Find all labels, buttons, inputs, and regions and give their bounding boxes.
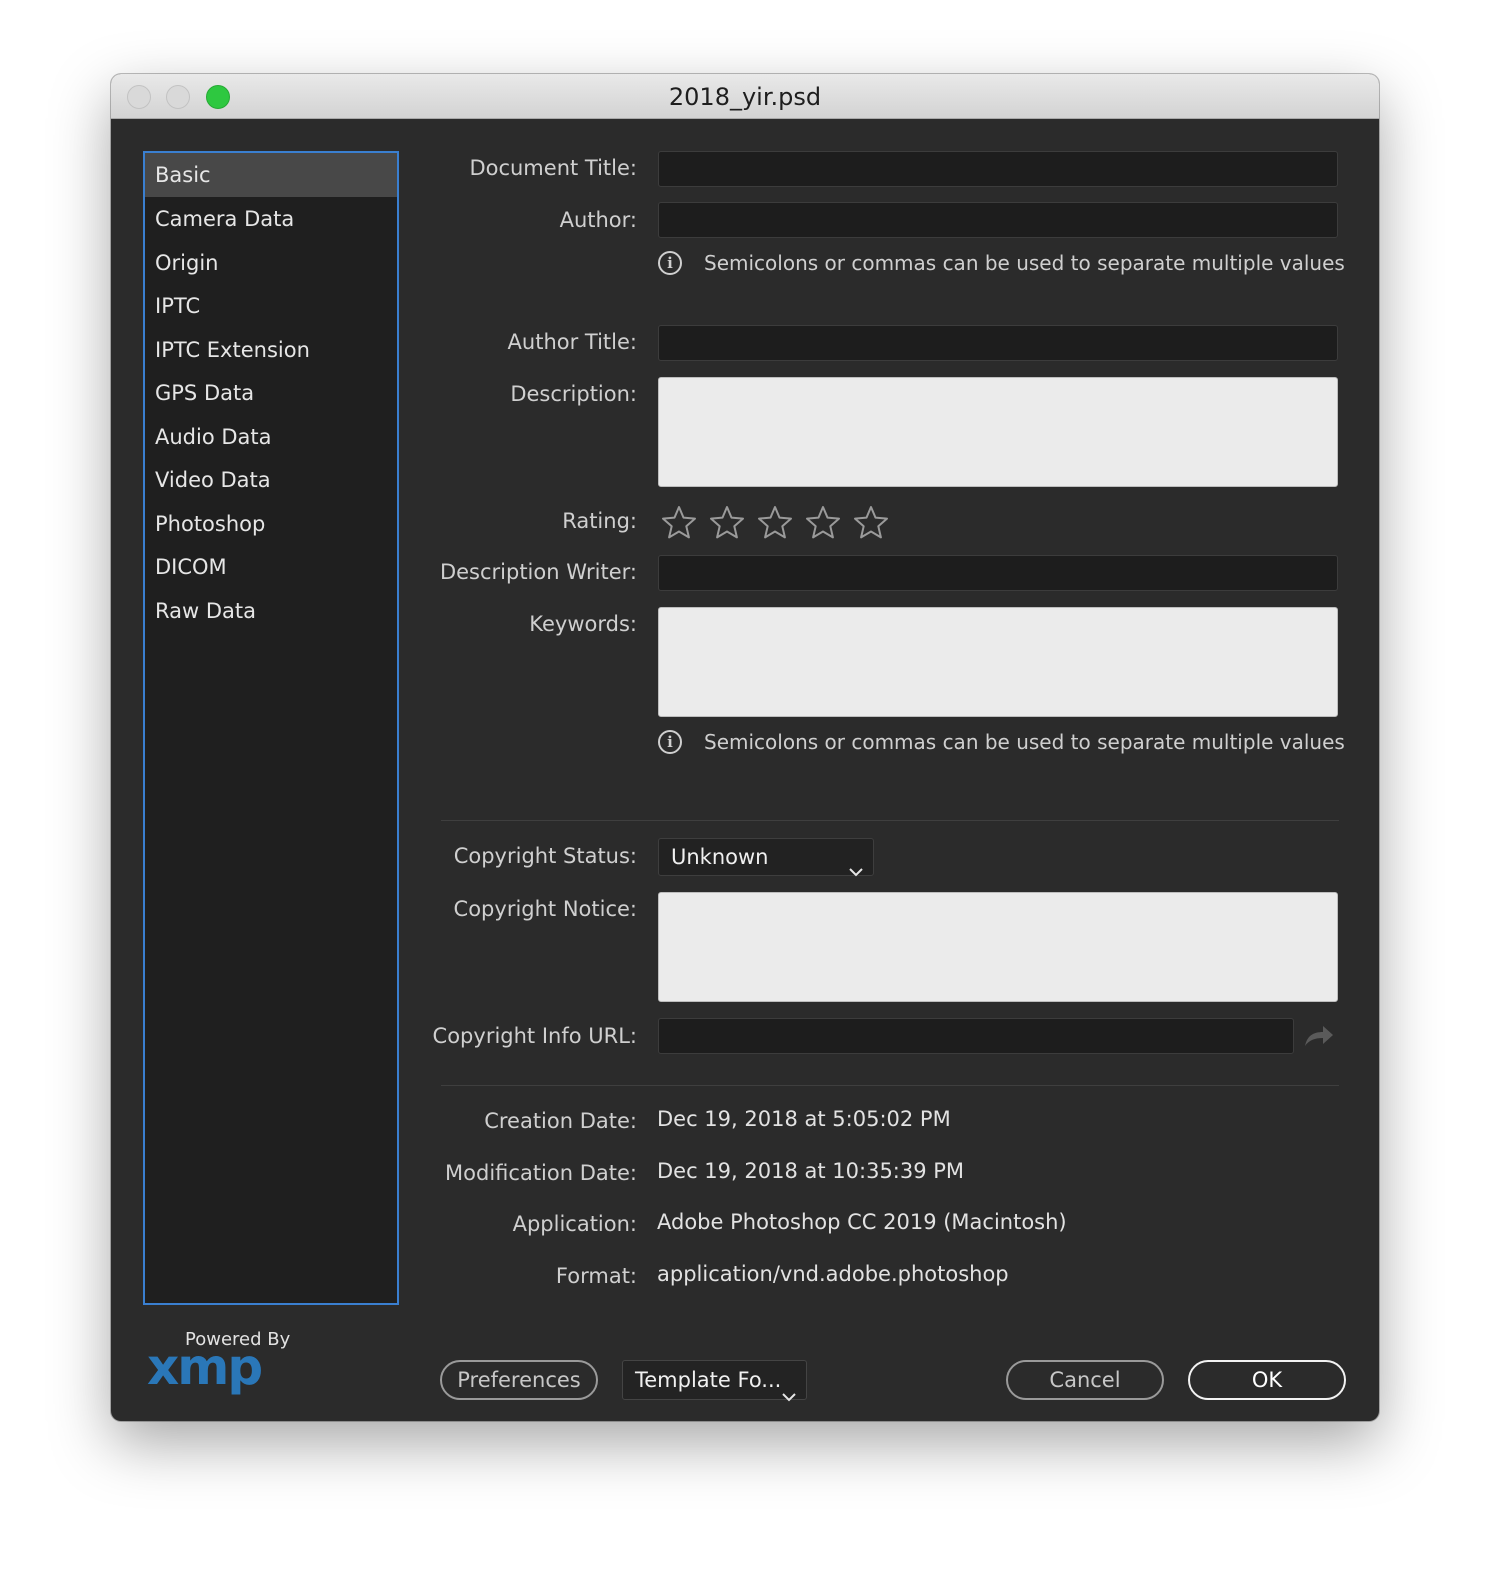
sidebar-item-audio-data[interactable]: Audio Data <box>145 415 397 459</box>
document-title-label: Document Title: <box>469 156 637 180</box>
sidebar-item-video-data[interactable]: Video Data <box>145 458 397 502</box>
modification-date-value: Dec 19, 2018 at 10:35:39 PM <box>657 1159 965 1183</box>
copyright-status-select[interactable]: Unknown <box>658 838 874 877</box>
window-title: 2018_yir.psd <box>668 83 822 111</box>
section-divider <box>441 1085 1339 1086</box>
creation-date-label: Creation Date: <box>484 1109 637 1133</box>
sidebar-item-iptc[interactable]: IPTC <box>145 284 397 328</box>
copyright-status-label: Copyright Status: <box>453 844 637 868</box>
info-icon: i <box>658 251 682 275</box>
copyright-url-field[interactable] <box>658 1018 1294 1054</box>
template-folder-label: Template Fo... <box>635 1368 782 1392</box>
section-divider <box>441 820 1339 821</box>
category-sidebar: Basic Camera Data Origin IPTC IPTC Exten… <box>143 151 399 1305</box>
copyright-notice-textarea[interactable] <box>658 892 1338 1002</box>
keywords-textarea[interactable] <box>658 607 1338 717</box>
rating-label: Rating: <box>562 509 637 533</box>
star-icon-1[interactable] <box>655 502 703 542</box>
sidebar-item-iptc-extension[interactable]: IPTC Extension <box>145 328 397 372</box>
application-label: Application: <box>512 1212 637 1236</box>
sidebar-item-camera-data[interactable]: Camera Data <box>145 197 397 241</box>
keywords-hint: i Semicolons or commas can be used to se… <box>658 727 1345 757</box>
sidebar-item-dicom[interactable]: DICOM <box>145 545 397 589</box>
cancel-button[interactable]: Cancel <box>1006 1360 1164 1400</box>
copyright-notice-label: Copyright Notice: <box>453 897 637 921</box>
star-icon-3[interactable] <box>751 502 799 542</box>
modification-date-label: Modification Date: <box>445 1161 637 1185</box>
sidebar-item-photoshop[interactable]: Photoshop <box>145 502 397 546</box>
preferences-button[interactable]: Preferences <box>440 1360 598 1400</box>
xmp-logo-text: xmp <box>147 1344 261 1396</box>
author-field[interactable] <box>658 202 1338 238</box>
description-textarea[interactable] <box>658 377 1338 487</box>
title-bar: 2018_yir.psd <box>111 74 1379 119</box>
format-value: application/vnd.adobe.photoshop <box>657 1262 1009 1286</box>
star-icon-4[interactable] <box>799 502 847 542</box>
description-label: Description: <box>510 382 637 406</box>
template-folder-dropdown[interactable]: Template Fo... <box>622 1360 807 1402</box>
sidebar-item-gps-data[interactable]: GPS Data <box>145 371 397 415</box>
description-writer-label: Description Writer: <box>439 560 637 584</box>
sidebar-item-raw-data[interactable]: Raw Data <box>145 589 397 633</box>
star-icon-2[interactable] <box>703 502 751 542</box>
author-label: Author: <box>559 208 637 232</box>
copyright-url-label: Copyright Info URL: <box>432 1024 637 1048</box>
application-value: Adobe Photoshop CC 2019 (Macintosh) <box>657 1210 1067 1234</box>
description-writer-field[interactable] <box>658 555 1338 591</box>
chevron-down-icon <box>849 852 863 888</box>
chevron-down-icon <box>782 1376 796 1414</box>
creation-date-value: Dec 19, 2018 at 5:05:02 PM <box>657 1107 951 1131</box>
author-title-label: Author Title: <box>507 330 637 354</box>
ok-button[interactable]: OK <box>1188 1360 1346 1400</box>
author-hint: i Semicolons or commas can be used to se… <box>658 248 1345 278</box>
xmp-logo: xmp <box>147 1338 287 1404</box>
sidebar-item-basic[interactable]: Basic <box>145 153 397 197</box>
format-label: Format: <box>555 1264 637 1288</box>
keywords-hint-text: Semicolons or commas can be used to sepa… <box>704 730 1345 754</box>
xmp-file-info-dialog: 2018_yir.psd Basic Camera Data Origin IP… <box>111 74 1379 1421</box>
sidebar-item-origin[interactable]: Origin <box>145 241 397 285</box>
share-arrow-icon[interactable] <box>1303 1024 1335 1052</box>
author-title-field[interactable] <box>658 325 1338 361</box>
document-title-field[interactable] <box>658 151 1338 187</box>
keywords-label: Keywords: <box>529 612 637 636</box>
rating-stars <box>655 502 895 542</box>
author-hint-text: Semicolons or commas can be used to sepa… <box>704 251 1345 275</box>
info-icon: i <box>658 730 682 754</box>
copyright-status-value: Unknown <box>671 845 769 869</box>
star-icon-5[interactable] <box>847 502 895 542</box>
